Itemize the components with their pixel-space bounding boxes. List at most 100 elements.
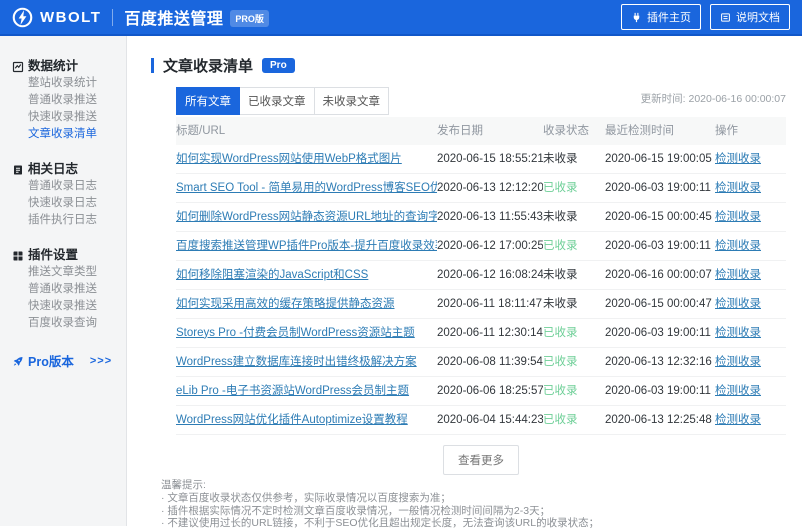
sidebar: 数据统计 整站收录统计 普通收录推送 快速收录推送 文章收录清单 相关日志 普通… [0,36,127,526]
article-title-link[interactable]: WordPress建立数据库连接时出错终极解决方案 [176,356,417,368]
tip-item: 插件根据实际情况不定时检测文章百度收录情况，一般情况检测时间间隔为2-3天； [161,505,786,518]
grid-icon [12,250,24,262]
sidebar-item-site-index-stats[interactable]: 整站收录统计 [28,75,120,92]
sidebar-item-fast-push-settings[interactable]: 快速收录推送 [28,298,120,315]
tab-unindexed-articles[interactable]: 未收录文章 [314,87,390,115]
table-row: 百度搜索推送管理WP插件Pro版本-提升百度收录效率 2020-06-12 17… [176,232,786,261]
status-label: 已收录 [543,377,605,406]
chart-icon [12,61,24,73]
publish-date: 2020-06-04 15:44:23 [437,406,543,435]
checked-time: 2020-06-03 19:00:11 [605,377,715,406]
pro-version-badge: PRO版 [230,10,269,27]
check-index-action[interactable]: 检测收录 [715,153,761,165]
check-index-action[interactable]: 检测收录 [715,269,761,281]
publish-date: 2020-06-11 18:11:47 [437,290,543,319]
status-label: 已收录 [543,174,605,203]
check-index-action[interactable]: 检测收录 [715,298,761,310]
checked-time: 2020-06-03 19:00:11 [605,174,715,203]
status-label: 未收录 [543,145,605,174]
article-title-link[interactable]: 如何移除阻塞渲染的JavaScript和CSS [176,269,368,281]
load-more-button[interactable]: 查看更多 [443,445,519,475]
col-index-status: 收录状态 [543,117,605,145]
status-label: 未收录 [543,203,605,232]
plugin-home-button[interactable]: 插件主页 [621,4,701,30]
sidebar-item-normal-log[interactable]: 普通收录日志 [28,178,120,195]
publish-date: 2020-06-08 11:39:54 [437,348,543,377]
sidebar-section-statistics: 数据统计 [12,58,120,75]
check-index-action[interactable]: 检测收录 [715,327,761,339]
page-title: 文章收录清单 [163,55,253,76]
top-header-bar: WBOLT 百度推送管理 PRO版 插件主页 说明文档 [0,0,802,36]
rocket-icon [12,355,24,367]
article-title-link[interactable]: Smart SEO Tool - 简单易用的WordPress博客SEO优化插件 [176,182,437,194]
sidebar-item-article-index-list[interactable]: 文章收录清单 [28,126,120,143]
status-label: 未收录 [543,261,605,290]
table-row: 如何实现采用高效的缓存策略提供静态资源 2020-06-11 18:11:47 … [176,290,786,319]
sidebar-item-normal-push[interactable]: 普通收录推送 [28,92,120,109]
article-title-link[interactable]: Storeys Pro -付费会员制WordPress资源站主题 [176,327,415,339]
col-actions: 操作 [715,117,786,145]
sidebar-item-push-post-types[interactable]: 推送文章类型 [28,264,120,281]
table-row: WordPress网站优化插件Autoptimize设置教程 2020-06-0… [176,406,786,435]
table-row: eLib Pro -电子书资源站WordPress会员制主题 2020-06-0… [176,377,786,406]
sidebar-item-fast-push[interactable]: 快速收录推送 [28,109,120,126]
tip-item: 文章百度收录状态仅供参考，实际收录情况以百度搜索为准； [161,492,786,505]
table-row: Storeys Pro -付费会员制WordPress资源站主题 2020-06… [176,319,786,348]
article-title-link[interactable]: 如何实现WordPress网站使用WebP格式图片 [176,153,402,165]
article-title-link[interactable]: 如何实现采用高效的缓存策略提供静态资源 [176,298,395,310]
publish-date: 2020-06-15 18:55:21 [437,145,543,174]
publish-date: 2020-06-13 11:55:43 [437,203,543,232]
table-row: 如何移除阻塞渲染的JavaScript和CSS 2020-06-12 16:08… [176,261,786,290]
checked-time: 2020-06-15 00:00:45 [605,203,715,232]
article-title-link[interactable]: eLib Pro -电子书资源站WordPress会员制主题 [176,385,409,397]
publish-date: 2020-06-11 12:30:14 [437,319,543,348]
document-icon [720,12,731,23]
main-content: 文章收录清单 Pro 所有文章 已收录文章 未收录文章 更新时间: 2020-0… [127,36,802,526]
last-updated-text: 更新时间: 2020-06-16 00:00:07 [641,87,786,106]
sidebar-item-fast-log[interactable]: 快速收录日志 [28,195,120,212]
app-title: 百度推送管理 [124,5,223,29]
table-row: Smart SEO Tool - 简单易用的WordPress博客SEO优化插件… [176,174,786,203]
sidebar-item-exec-log[interactable]: 插件执行日志 [28,212,120,229]
status-label: 已收录 [543,232,605,261]
checked-time: 2020-06-13 12:32:16 [605,348,715,377]
sidebar-section-logs: 相关日志 [12,161,120,178]
publish-date: 2020-06-12 17:00:25 [437,232,543,261]
col-title-url: 标题/URL [176,117,437,145]
check-index-action[interactable]: 检测收录 [715,240,761,252]
checked-time: 2020-06-15 19:00:05 [605,145,715,174]
check-index-action[interactable]: 检测收录 [715,414,761,426]
sidebar-item-baidu-index-query[interactable]: 百度收录查询 [28,315,120,332]
docs-button[interactable]: 说明文档 [710,4,790,30]
sidebar-pro-version[interactable]: Pro版本 >>> [12,351,120,370]
checked-time: 2020-06-15 00:00:47 [605,290,715,319]
check-index-action[interactable]: 检测收录 [715,385,761,397]
article-index-table: 标题/URL 发布日期 收录状态 最近检测时间 操作 如何实现WordPress… [176,117,786,435]
status-label: 已收录 [543,348,605,377]
col-publish-date: 发布日期 [437,117,543,145]
pro-arrows: >>> [90,355,112,367]
checked-time: 2020-06-03 19:00:11 [605,232,715,261]
col-last-checked: 最近检测时间 [605,117,715,145]
check-index-action[interactable]: 检测收录 [715,211,761,223]
check-index-action[interactable]: 检测收录 [715,182,761,194]
notice-tips: 温馨提示: 文章百度收录状态仅供参考，实际收录情况以百度搜索为准； 插件根据实际… [161,479,786,528]
checked-time: 2020-06-16 00:00:07 [605,261,715,290]
title-accent-bar [151,58,154,73]
article-title-link[interactable]: 百度搜索推送管理WP插件Pro版本-提升百度收录效率 [176,240,437,252]
sidebar-item-normal-push-settings[interactable]: 普通收录推送 [28,281,120,298]
table-row: WordPress建立数据库连接时出错终极解决方案 2020-06-08 11:… [176,348,786,377]
status-label: 已收录 [543,319,605,348]
tab-all-articles[interactable]: 所有文章 [176,87,240,115]
article-title-link[interactable]: 如何删除WordPress网站静态资源URL地址的查询字符串 [176,211,437,223]
status-label: 未收录 [543,290,605,319]
checked-time: 2020-06-13 12:25:48 [605,406,715,435]
table-row: 如何实现WordPress网站使用WebP格式图片 2020-06-15 18:… [176,145,786,174]
publish-date: 2020-06-06 18:25:57 [437,377,543,406]
check-index-action[interactable]: 检测收录 [715,356,761,368]
filter-tabs: 所有文章 已收录文章 未收录文章 [176,87,389,115]
header-divider [112,9,113,26]
tip-item: 不建议使用过长的URL链接，不利于SEO优化且超出规定长度，无法查询该URL的收… [161,517,786,528]
article-title-link[interactable]: WordPress网站优化插件Autoptimize设置教程 [176,414,408,426]
tab-indexed-articles[interactable]: 已收录文章 [239,87,315,115]
